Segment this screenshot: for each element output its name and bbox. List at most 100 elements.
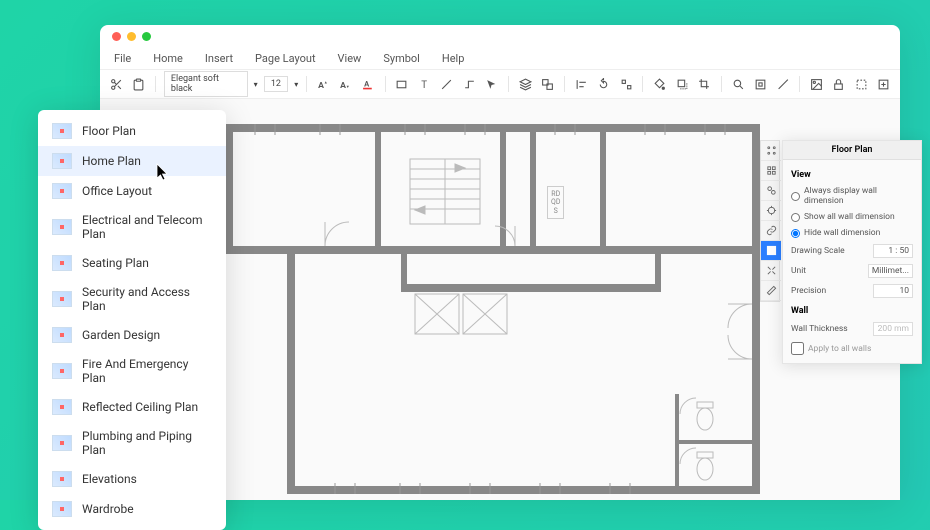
menu-home[interactable]: Home	[153, 52, 183, 65]
properties-panel: Floor Plan View Always display wall dime…	[782, 140, 922, 364]
sidebar-item-seating-plan[interactable]: Seating Plan	[38, 248, 226, 278]
vtool-ruler-icon[interactable]	[761, 281, 781, 301]
rect-icon[interactable]	[394, 75, 411, 93]
sidebar-item-label: Home Plan	[82, 154, 141, 168]
floorplan-drawing[interactable]: RDQDS	[225, 124, 760, 494]
menubar: File Home Insert Page Layout View Symbol…	[100, 47, 900, 69]
sidebar-item-label: Reflected Ceiling Plan	[82, 400, 198, 414]
vtool-link-icon[interactable]	[761, 221, 781, 241]
stroke-icon[interactable]	[775, 75, 792, 93]
vtool-target-icon[interactable]	[761, 201, 781, 221]
font-size[interactable]: 12	[264, 76, 289, 92]
maximize-icon[interactable]	[142, 32, 151, 41]
sidebar-item-label: Elevations	[82, 472, 137, 486]
svg-text:▴: ▴	[325, 80, 327, 85]
sidebar-item-garden-design[interactable]: Garden Design	[38, 320, 226, 350]
layers-icon[interactable]	[517, 75, 534, 93]
fill-icon[interactable]	[651, 75, 668, 93]
unit-label: Unit	[791, 266, 806, 276]
section-wall: Wall	[791, 306, 913, 316]
same-size-icon[interactable]	[618, 75, 635, 93]
menu-help[interactable]: Help	[442, 52, 465, 65]
pointer-icon[interactable]	[484, 75, 501, 93]
font-smaller-icon[interactable]: A▾	[338, 75, 355, 93]
menu-page-layout[interactable]: Page Layout	[255, 52, 316, 65]
protect-icon[interactable]	[853, 75, 870, 93]
align-icon[interactable]	[573, 75, 590, 93]
template-thumb-icon	[52, 471, 72, 487]
sidebar-item-fire-and-emergency-plan[interactable]: Fire And Emergency Plan	[38, 350, 226, 392]
menu-view[interactable]: View	[338, 52, 362, 65]
svg-text:▾: ▾	[347, 84, 349, 89]
text-icon[interactable]: T	[416, 75, 433, 93]
sidebar-item-label: Wardrobe	[82, 502, 134, 516]
sidebar-item-label: Electrical and Telecom Plan	[82, 213, 212, 241]
room-label: RDQDS	[547, 186, 564, 219]
sidebar-item-home-plan[interactable]: Home Plan	[38, 146, 226, 176]
template-thumb-icon	[52, 327, 72, 343]
svg-text:T: T	[421, 79, 427, 90]
picture-icon[interactable]	[808, 75, 825, 93]
cursor-icon	[156, 163, 170, 181]
template-thumb-icon	[52, 501, 72, 517]
sidebar-item-label: Fire And Emergency Plan	[82, 357, 212, 385]
unit-value[interactable]: Millimet...	[868, 264, 913, 278]
toolbar: Elegant soft black ▾ 12 ▾ A▴ A▾ A T	[100, 69, 900, 99]
sidebar-item-floor-plan[interactable]: Floor Plan	[38, 116, 226, 146]
sidebar-item-reflected-ceiling-plan[interactable]: Reflected Ceiling Plan	[38, 392, 226, 422]
sidebar-item-label: Office Layout	[82, 184, 152, 198]
radio-hide[interactable]: Hide wall dimension	[791, 228, 913, 238]
sidebar-item-electrical-and-telecom-plan[interactable]: Electrical and Telecom Plan	[38, 206, 226, 248]
sidebar-item-label: Floor Plan	[82, 124, 136, 138]
crop-icon[interactable]	[696, 75, 713, 93]
scale-label: Drawing Scale	[791, 246, 845, 256]
sidebar-item-wardrobe[interactable]: Wardrobe	[38, 494, 226, 524]
fit-icon[interactable]	[752, 75, 769, 93]
menu-insert[interactable]: Insert	[205, 52, 233, 65]
vtool-chain-icon[interactable]	[761, 181, 781, 201]
minimize-icon[interactable]	[127, 32, 136, 41]
cut-icon[interactable]	[108, 75, 125, 93]
close-icon[interactable]	[112, 32, 121, 41]
font-larger-icon[interactable]: A▴	[315, 75, 332, 93]
template-thumb-icon	[52, 153, 72, 169]
shadow-icon[interactable]	[674, 75, 691, 93]
vtool-handles-icon[interactable]	[761, 141, 781, 161]
vtool-grid-icon[interactable]	[761, 161, 781, 181]
export-icon[interactable]	[876, 75, 893, 93]
radio-show-all[interactable]: Show all wall dimension	[791, 212, 913, 222]
radio-always-display[interactable]: Always display wall dimension	[791, 186, 913, 206]
lock-icon[interactable]	[831, 75, 848, 93]
thickness-value[interactable]: 200 mm	[873, 322, 913, 336]
svg-text:A: A	[318, 80, 324, 90]
sidebar-item-elevations[interactable]: Elevations	[38, 464, 226, 494]
sidebar-item-label: Security and Access Plan	[82, 285, 212, 313]
rotate-icon[interactable]	[595, 75, 612, 93]
menu-file[interactable]: File	[114, 52, 131, 65]
vertical-toolstrip	[760, 140, 780, 302]
template-thumb-icon	[52, 183, 72, 199]
group-icon[interactable]	[540, 75, 557, 93]
vtool-expand-icon[interactable]	[761, 261, 781, 281]
template-thumb-icon	[52, 435, 72, 451]
thickness-label: Wall Thickness	[791, 324, 848, 334]
font-select[interactable]: Elegant soft black	[164, 71, 248, 97]
sidebar-item-office-layout[interactable]: Office Layout	[38, 176, 226, 206]
apply-all-walls[interactable]: Apply to all walls	[791, 342, 913, 355]
font-color-icon[interactable]: A	[360, 75, 377, 93]
template-thumb-icon	[52, 363, 72, 379]
sidebar-item-plumbing-and-piping-plan[interactable]: Plumbing and Piping Plan	[38, 422, 226, 464]
template-list: Floor Plan Home Plan Office Layout Electric…	[38, 110, 226, 530]
template-thumb-icon	[52, 291, 72, 307]
connector-icon[interactable]	[461, 75, 478, 93]
svg-text:A: A	[341, 80, 347, 90]
vtool-floorplan-icon[interactable]	[761, 241, 781, 261]
menu-symbol[interactable]: Symbol	[383, 52, 420, 65]
panel-title: Floor Plan	[783, 141, 921, 160]
paste-icon[interactable]	[131, 75, 148, 93]
sidebar-item-security-and-access-plan[interactable]: Security and Access Plan	[38, 278, 226, 320]
line-icon[interactable]	[439, 75, 456, 93]
scale-value[interactable]: 1 : 50	[873, 244, 913, 258]
precision-value[interactable]: 10	[873, 284, 913, 298]
zoom-icon[interactable]	[730, 75, 747, 93]
